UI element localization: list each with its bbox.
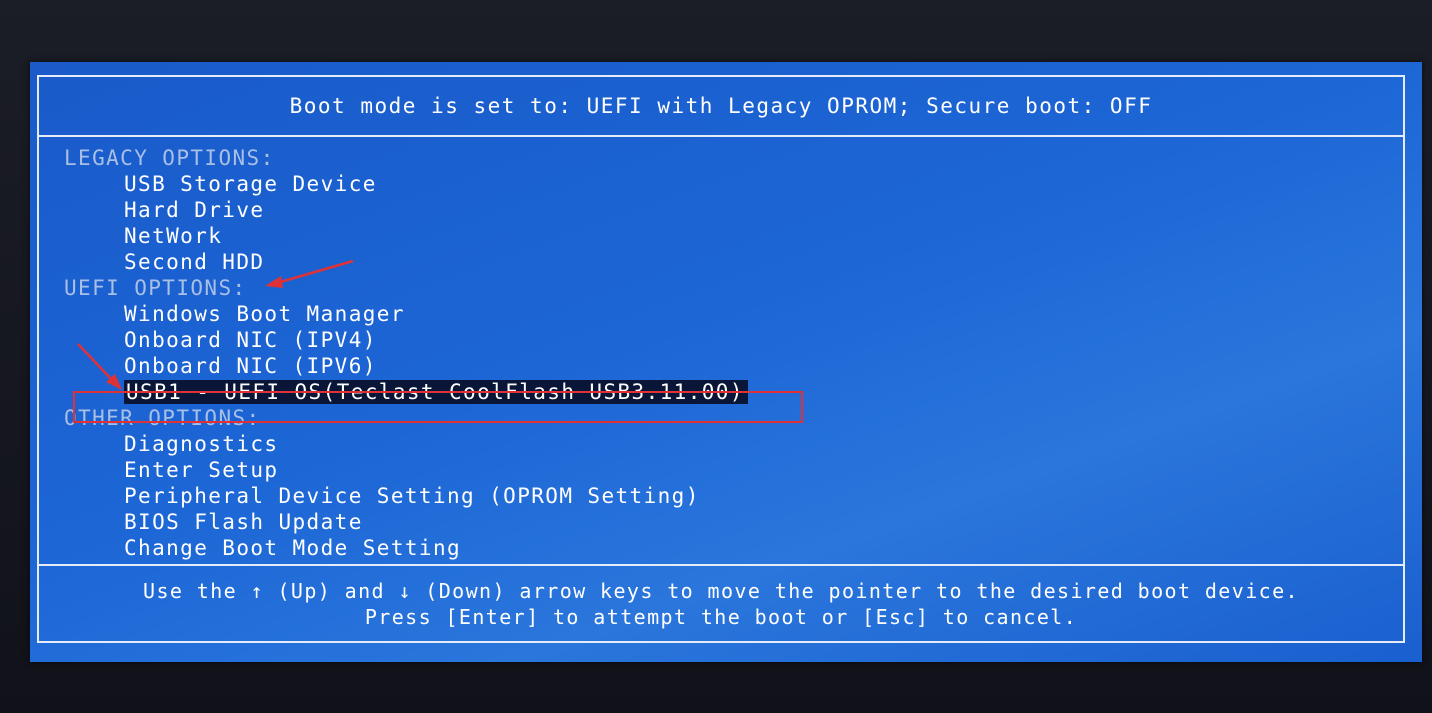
help-line-navigation: Use the ↑ (Up) and ↓ (Down) arrow keys t… <box>143 578 1299 603</box>
boot-menu-frame: Boot mode is set to: UEFI with Legacy OP… <box>37 75 1405 643</box>
boot-mode-title: Boot mode is set to: UEFI with Legacy OP… <box>289 94 1153 118</box>
boot-item-onboard-nic-ipv4[interactable]: Onboard NIC (IPV4) <box>64 327 1364 353</box>
boot-item-label: NetWork <box>124 224 223 248</box>
help-footer: Use the ↑ (Up) and ↓ (Down) arrow keys t… <box>39 564 1403 641</box>
boot-mode-header: Boot mode is set to: UEFI with Legacy OP… <box>39 77 1403 137</box>
annotation-highlight-box <box>73 391 803 423</box>
boot-item-label: Onboard NIC (IPV6) <box>124 354 377 378</box>
bios-screen: Boot mode is set to: UEFI with Legacy OP… <box>30 62 1422 662</box>
boot-item-label: Windows Boot Manager <box>124 302 405 326</box>
boot-item-usb-storage[interactable]: USB Storage Device <box>64 171 1364 197</box>
option-label: BIOS Flash Update <box>124 510 363 534</box>
boot-item-label: Second HDD <box>124 250 265 274</box>
boot-item-second-hdd[interactable]: Second HDD <box>64 249 1364 275</box>
boot-item-windows-boot-manager[interactable]: Windows Boot Manager <box>64 301 1364 327</box>
boot-item-label: Hard Drive <box>124 198 265 222</box>
boot-item-network[interactable]: NetWork <box>64 223 1364 249</box>
option-change-boot-mode[interactable]: Change Boot Mode Setting <box>64 535 1364 561</box>
boot-item-hard-drive[interactable]: Hard Drive <box>64 197 1364 223</box>
option-label: Diagnostics <box>124 432 279 456</box>
option-label: Change Boot Mode Setting <box>124 536 462 560</box>
boot-item-label: Onboard NIC (IPV4) <box>124 328 377 352</box>
option-label: Enter Setup <box>124 458 279 482</box>
option-enter-setup[interactable]: Enter Setup <box>64 457 1364 483</box>
option-bios-flash-update[interactable]: BIOS Flash Update <box>64 509 1364 535</box>
boot-item-onboard-nic-ipv6[interactable]: Onboard NIC (IPV6) <box>64 353 1364 379</box>
option-peripheral-device-setting[interactable]: Peripheral Device Setting (OPROM Setting… <box>64 483 1364 509</box>
option-diagnostics[interactable]: Diagnostics <box>64 431 1364 457</box>
help-line-actions: Press [Enter] to attempt the boot or [Es… <box>364 604 1078 629</box>
boot-menu: LEGACY OPTIONS: USB Storage Device Hard … <box>64 145 1364 561</box>
section-legacy-options: LEGACY OPTIONS: <box>64 146 275 170</box>
section-uefi-options: UEFI OPTIONS: <box>64 276 247 300</box>
boot-item-label: USB Storage Device <box>124 172 377 196</box>
option-label: Peripheral Device Setting (OPROM Setting… <box>124 484 700 508</box>
